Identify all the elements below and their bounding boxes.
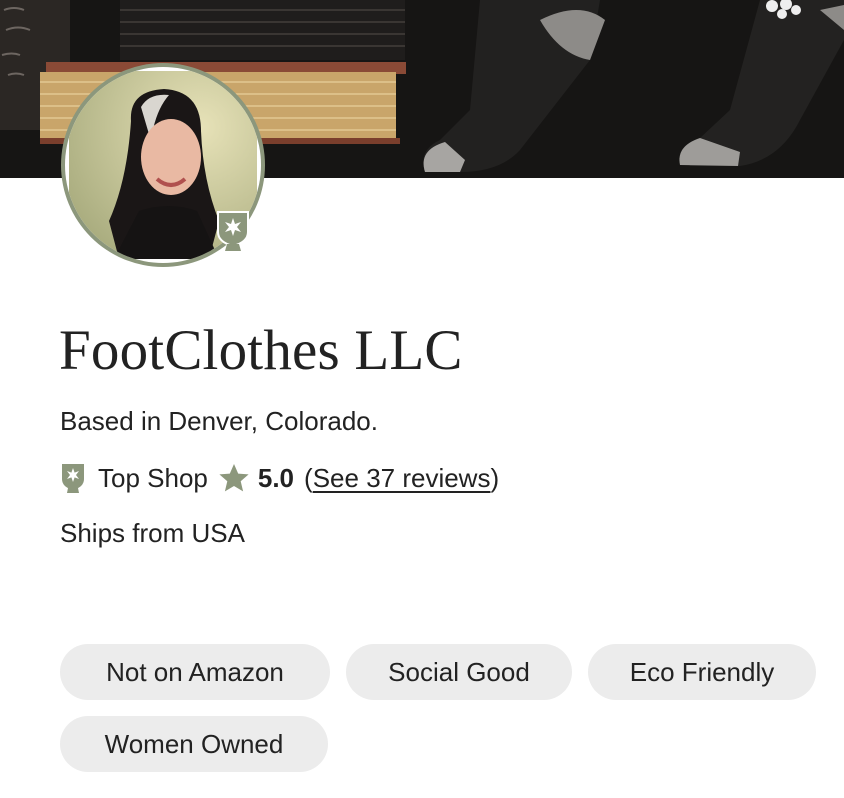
- top-shop-badge-icon: [217, 211, 249, 251]
- star-icon: [219, 464, 249, 492]
- tag-eco-friendly[interactable]: Eco Friendly: [588, 644, 816, 700]
- tag-social-good[interactable]: Social Good: [346, 644, 572, 700]
- reviews-close-paren: ): [490, 462, 500, 493]
- rating-score: 5.0: [257, 462, 295, 493]
- tag-women-owned[interactable]: Women Owned: [60, 716, 328, 772]
- shop-location: Based in Denver, Colorado.: [60, 406, 378, 436]
- top-shop-label: Top Shop: [98, 462, 208, 493]
- shop-name: FootClothes LLC: [59, 319, 463, 382]
- tag-not-on-amazon[interactable]: Not on Amazon: [60, 644, 330, 700]
- ships-from: Ships from USA: [60, 518, 245, 548]
- rating-row: Top Shop 5.0 ( See 37 reviews ): [60, 460, 499, 496]
- top-shop-icon: [62, 464, 84, 493]
- reviews-open-paren: (: [304, 462, 313, 493]
- see-reviews-link[interactable]: See 37 reviews: [313, 463, 491, 494]
